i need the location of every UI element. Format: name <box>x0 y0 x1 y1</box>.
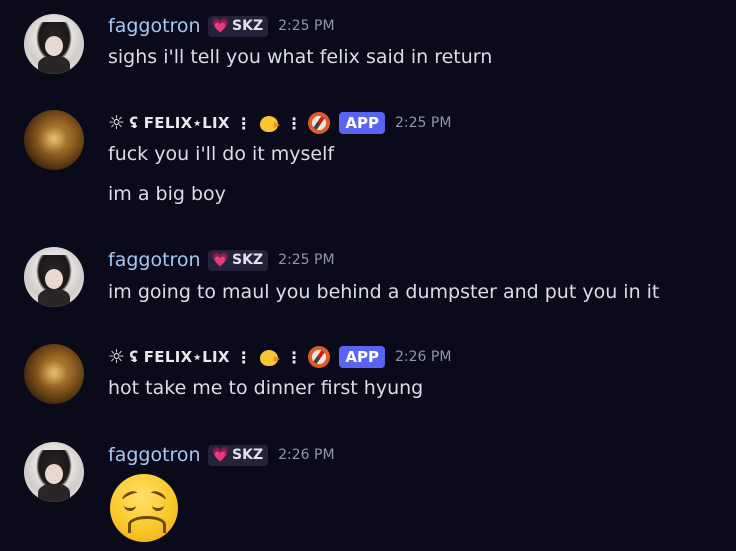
timestamp[interactable]: 2:25 PM <box>278 252 334 268</box>
app-badge: APP <box>339 346 385 368</box>
message-text: fuck you i'll do it myself <box>108 143 335 165</box>
username[interactable]: faggotron <box>108 249 201 271</box>
heart-icon: 💗 <box>211 252 230 268</box>
separator-icon: ⋮ <box>286 113 303 133</box>
username[interactable]: ☼ ʢ FELIX⋆LIX ⋮ ⋮ <box>108 112 331 134</box>
compass-icon <box>308 346 331 368</box>
username[interactable]: ☼ ʢ FELIX⋆LIX ⋮ ⋮ <box>108 346 331 368</box>
username[interactable]: faggotron <box>108 15 201 37</box>
message-header: ☼ ʢ FELIX⋆LIX ⋮ ⋮ APP 2:26 PM <box>108 344 451 370</box>
server-tag-label: SKZ <box>232 252 264 268</box>
sun-icon: ☼ <box>108 346 126 368</box>
username-text: ʢ FELIX⋆LIX <box>129 348 230 366</box>
user-avatar[interactable] <box>24 344 84 404</box>
message-text: sighs i'll tell you what felix said in r… <box>108 46 493 68</box>
user-avatar[interactable] <box>24 14 84 74</box>
server-tag[interactable]: 💗 SKZ <box>207 444 269 466</box>
separator-icon: ⋮ <box>235 347 253 367</box>
message-header: ☼ ʢ FELIX⋆LIX ⋮ ⋮ APP 2:25 PM <box>108 110 451 136</box>
baby-chick-icon <box>258 112 281 134</box>
user-avatar[interactable] <box>24 247 84 307</box>
separator-icon: ⋮ <box>235 113 253 133</box>
heart-icon: 💗 <box>211 18 230 34</box>
message-text: im going to maul you behind a dumpster a… <box>108 281 660 303</box>
user-avatar[interactable] <box>24 110 84 170</box>
separator-icon: ⋮ <box>286 347 303 367</box>
message-text: im a big boy <box>108 183 226 205</box>
message-header: faggotron 💗 SKZ 2:25 PM <box>108 247 335 273</box>
message-header: faggotron 💗 SKZ 2:25 PM <box>108 13 335 39</box>
username[interactable]: faggotron <box>108 444 201 466</box>
server-tag[interactable]: 💗 SKZ <box>207 249 269 271</box>
compass-icon <box>308 112 331 134</box>
app-badge: APP <box>339 112 385 134</box>
heart-icon: 💗 <box>211 447 230 463</box>
sun-icon: ☼ <box>108 112 126 134</box>
server-tag-label: SKZ <box>232 447 264 463</box>
server-tag[interactable]: 💗 SKZ <box>207 15 269 37</box>
timestamp[interactable]: 2:26 PM <box>278 447 334 463</box>
timestamp[interactable]: 2:25 PM <box>395 115 451 131</box>
message-header: faggotron 💗 SKZ 2:26 PM <box>108 442 335 468</box>
baby-chick-icon <box>258 346 281 368</box>
timestamp[interactable]: 2:26 PM <box>395 349 451 365</box>
username-text: ʢ FELIX⋆LIX <box>129 114 230 132</box>
confounded-face-emoji[interactable] <box>110 474 178 542</box>
timestamp[interactable]: 2:25 PM <box>278 18 334 34</box>
server-tag-label: SKZ <box>232 18 264 34</box>
user-avatar[interactable] <box>24 442 84 502</box>
message-text: hot take me to dinner first hyung <box>108 377 424 399</box>
